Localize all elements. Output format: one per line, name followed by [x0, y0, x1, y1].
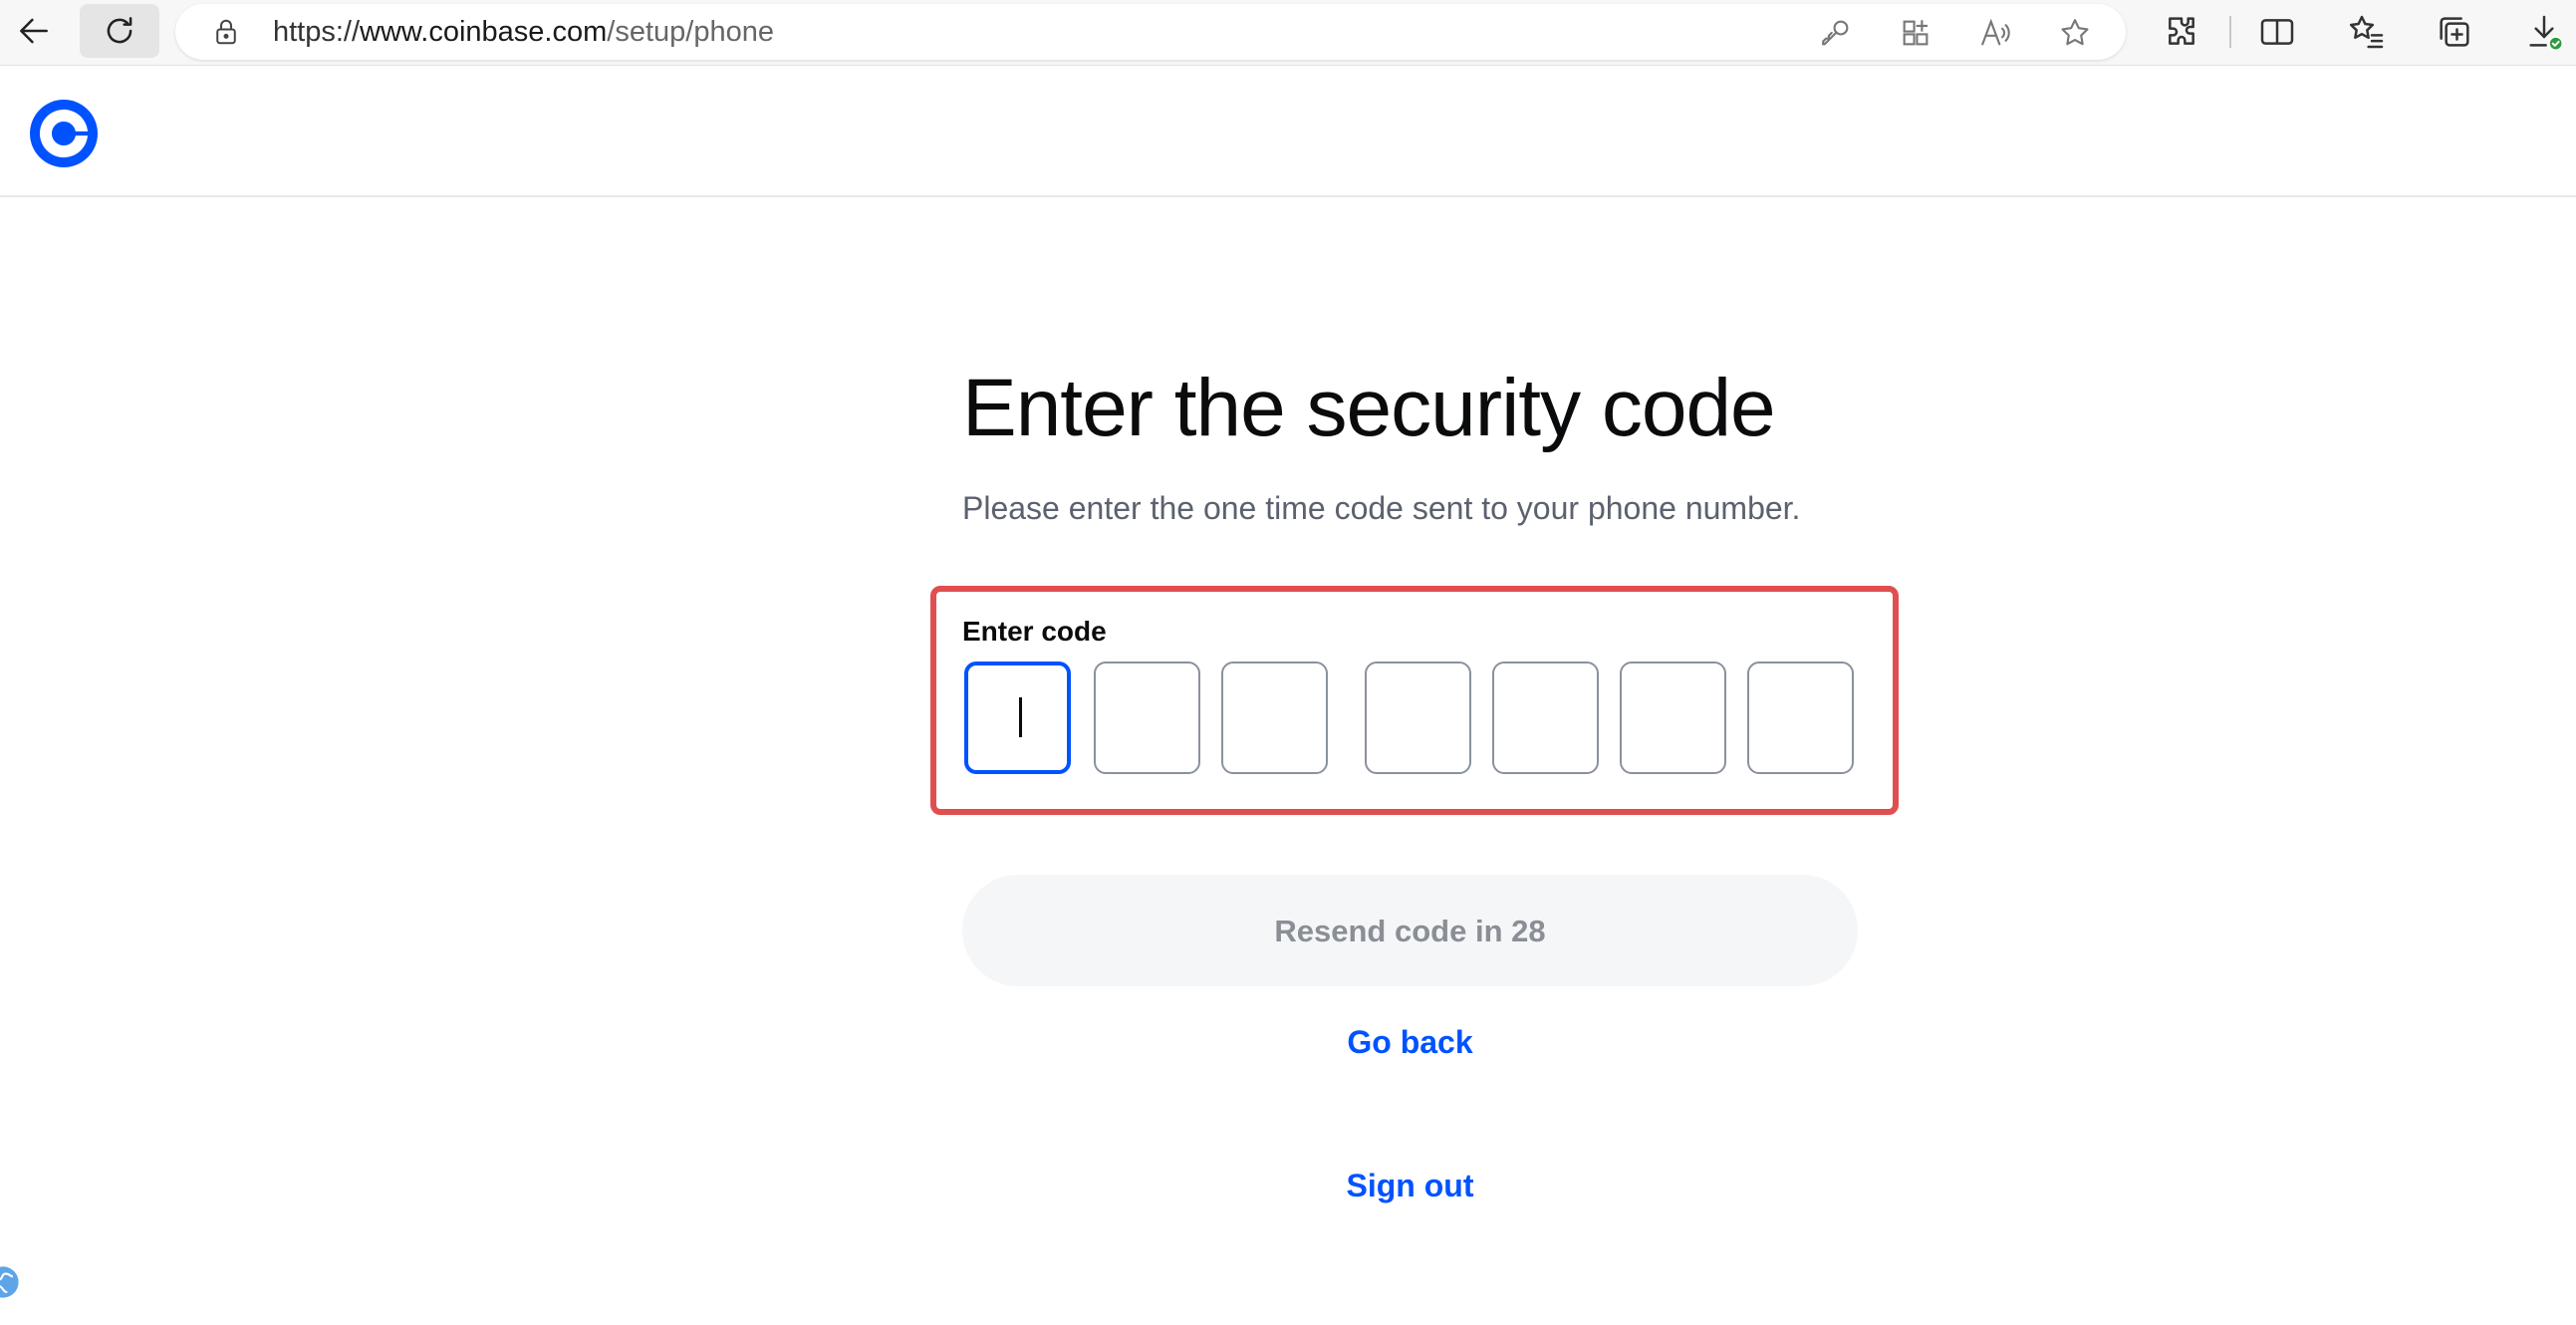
- favorites-list-icon[interactable]: [2347, 12, 2387, 52]
- read-aloud-icon[interactable]: [1978, 16, 2012, 50]
- apps-icon[interactable]: [1899, 16, 1932, 50]
- site-header: [0, 66, 2576, 197]
- go-back-link[interactable]: Go back: [962, 1017, 1858, 1067]
- code-digit-6[interactable]: [1620, 662, 1726, 774]
- text-caret: [1019, 697, 1022, 737]
- reload-icon: [107, 17, 132, 44]
- coinbase-logo-icon[interactable]: [30, 100, 98, 167]
- page-title: Enter the security code: [962, 363, 1776, 453]
- resend-code-button[interactable]: Resend code in 28: [962, 875, 1858, 986]
- url-host: www.coinbase.com: [360, 16, 608, 48]
- page-subtitle: Please enter the one time code sent to y…: [962, 490, 1801, 526]
- address-bar[interactable]: https://www.coinbase.com/setup/phone: [175, 4, 2126, 60]
- code-digit-7[interactable]: [1747, 662, 1854, 774]
- code-digit-4[interactable]: [1365, 662, 1471, 774]
- browser-toolbar: https://www.coinbase.com/setup/phone: [0, 0, 2576, 66]
- url-scheme: https://: [273, 16, 361, 48]
- key-icon[interactable]: [1819, 16, 1853, 50]
- url-path: /setup/phone: [607, 16, 774, 48]
- globe-icon[interactable]: [0, 1265, 20, 1299]
- toolbar-divider: [2229, 16, 2231, 48]
- download-icon[interactable]: [2524, 12, 2564, 52]
- star-icon[interactable]: [2058, 16, 2092, 50]
- back-button[interactable]: [0, 4, 74, 58]
- reload-button[interactable]: [80, 4, 159, 58]
- collections-icon[interactable]: [2435, 12, 2474, 52]
- lock-icon[interactable]: [211, 17, 241, 47]
- sign-out-link[interactable]: Sign out: [962, 1161, 1858, 1210]
- code-digit-2[interactable]: [1094, 662, 1200, 774]
- code-digit-1[interactable]: [964, 662, 1071, 774]
- code-label: Enter code: [962, 616, 1107, 647]
- arrow-left-icon: [20, 18, 48, 44]
- url-text[interactable]: https://www.coinbase.com/setup/phone: [273, 4, 774, 60]
- split-screen-icon[interactable]: [2257, 12, 2297, 52]
- code-digit-3[interactable]: [1221, 662, 1328, 774]
- puzzle-icon[interactable]: [2162, 12, 2201, 52]
- code-digit-5[interactable]: [1492, 662, 1599, 774]
